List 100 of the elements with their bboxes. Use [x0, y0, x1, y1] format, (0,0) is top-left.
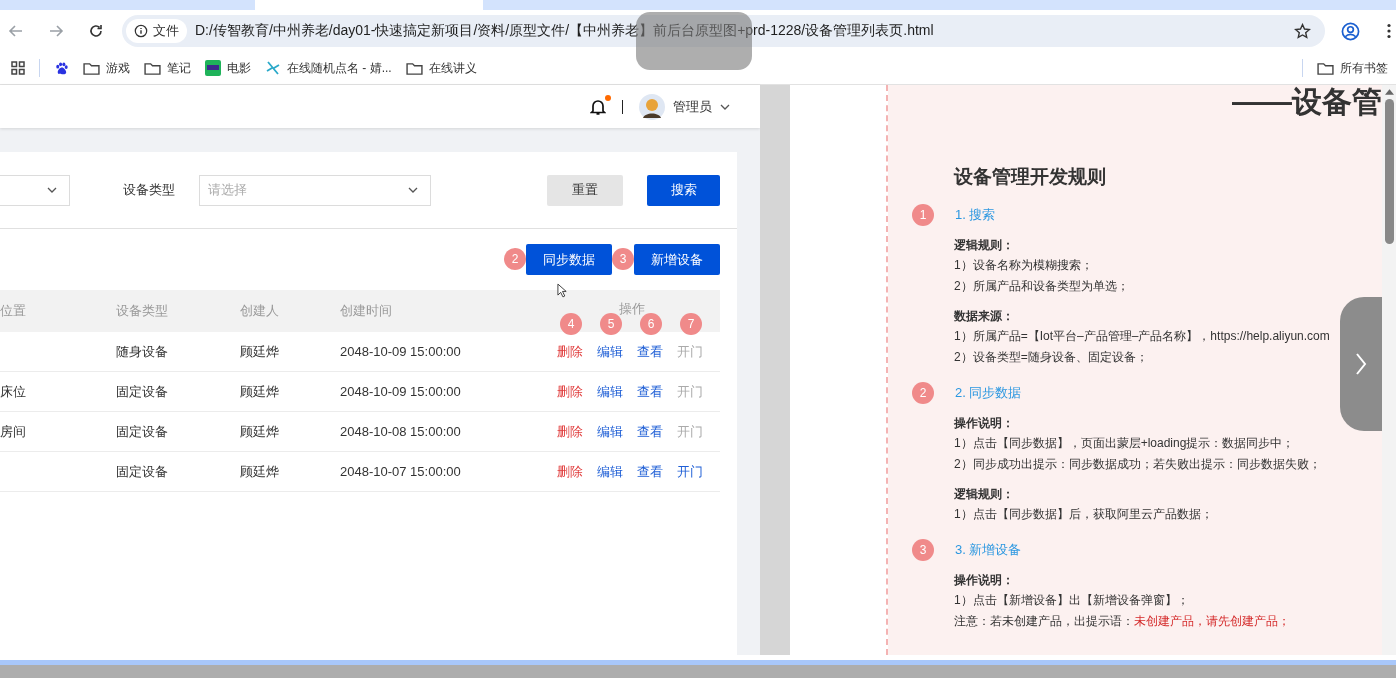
star-icon[interactable]: [1294, 22, 1311, 40]
table-cell: 2048-10-08 15:00:00: [340, 424, 461, 439]
scroll-thumb[interactable]: [1384, 99, 1394, 244]
bookmark[interactable]: 在线随机点名 - 婧...: [265, 59, 392, 77]
marker-badge: 3: [912, 539, 934, 561]
scroll-up-icon[interactable]: [1384, 89, 1394, 95]
action-link[interactable]: 删除: [557, 342, 583, 361]
block-heading: 操作说明：: [954, 572, 1015, 589]
table-cell: 顾廷烨: [240, 343, 279, 359]
table-cell: 顾廷烨: [240, 423, 279, 439]
marker-badge: 7: [680, 313, 702, 335]
bell-icon[interactable]: [590, 97, 606, 116]
address-bar[interactable]: 文件 D:/传智教育/中州养老/day01-快速搞定新项目/资料/原型文件/【中州养老】前后台原型图+prd-1228/设备管理列表页.html: [122, 15, 1325, 47]
chevron-down-icon[interactable]: [720, 103, 730, 110]
avatar[interactable]: [639, 93, 665, 120]
menu-icon[interactable]: [1387, 23, 1391, 39]
action-link[interactable]: 查看: [637, 342, 663, 361]
bookmark[interactable]: 笔记: [144, 59, 191, 77]
column-header: 设备类型: [116, 302, 169, 320]
table-cell: 顾廷烨: [240, 463, 279, 479]
table-cell: 固定设备: [116, 423, 168, 439]
action-link[interactable]: 编辑: [597, 382, 623, 401]
search-button[interactable]: 搜索: [647, 174, 720, 206]
cursor-icon: [557, 283, 568, 298]
column-header: 创建时间: [340, 302, 393, 320]
forward-icon[interactable]: [48, 23, 64, 39]
apps-icon[interactable]: [11, 61, 25, 75]
action-link[interactable]: 查看: [637, 382, 663, 401]
table-cell: 床位: [0, 383, 26, 399]
folder-icon: [83, 61, 100, 75]
chevron-down-icon: [408, 187, 418, 193]
folder-icon: [1317, 61, 1334, 75]
marker-badge: 2: [912, 382, 934, 404]
back-icon[interactable]: [8, 23, 24, 39]
table-cell: 固定设备: [116, 383, 168, 399]
action-link[interactable]: 编辑: [597, 462, 623, 481]
profile-icon[interactable]: [1341, 21, 1360, 41]
block-heading: 数据来源：: [954, 308, 1015, 325]
rule-text: 1）点击【新增设备】出【新增设备弹窗】；: [954, 592, 1189, 609]
document-heading: 设备管理开发规则: [954, 165, 1107, 189]
rule-text: 1）所属产品=【Iot平台–产品管理–产品名称】，https://help.aliyun.com: [954, 328, 1330, 345]
marker-badge: 5: [600, 313, 622, 335]
action-button[interactable]: 同步数据: [526, 244, 612, 275]
action-link[interactable]: 编辑: [597, 422, 623, 441]
action-link[interactable]: 编辑: [597, 342, 623, 361]
table-cell: 顾廷烨: [240, 383, 279, 399]
marker-badge: 1: [912, 204, 934, 226]
next-page-button[interactable]: [1340, 297, 1382, 431]
rule-text: 2）所属产品和设备类型为单选；: [954, 278, 1129, 295]
rule-text: 2）设备类型=随身设备、固定设备；: [954, 349, 1148, 366]
rule-text: 2）同步成功出提示：同步数据成功；若失败出提示：同步数据失败；: [954, 456, 1321, 473]
user-menu[interactable]: 管理员: [673, 97, 712, 116]
table-cell: 2048-10-09 15:00:00: [340, 344, 461, 359]
rule-text: 1）点击【同步数据】，页面出蒙层+loading提示：数据同步中；: [954, 435, 1295, 452]
table-cell: 房间: [0, 423, 26, 439]
marker-badge: 4: [560, 313, 582, 335]
rule-text: 注意：若未创建产品，出提示语：未创建产品，请先创建产品；: [954, 613, 1290, 630]
section-title: 1. 搜索: [955, 206, 996, 224]
table-cell: 2048-10-07 15:00:00: [340, 464, 461, 479]
bookmark[interactable]: 游戏: [83, 59, 130, 77]
action-link[interactable]: 删除: [557, 382, 583, 401]
table-cell: 固定设备: [116, 463, 168, 479]
block-heading: 逻辑规则：: [954, 237, 1015, 254]
select-field[interactable]: [0, 174, 70, 206]
video-site-icon: [205, 60, 221, 76]
filter-label: 设备类型: [123, 181, 175, 199]
info-icon: [134, 24, 148, 38]
all-bookmarks[interactable]: 所有书签: [1317, 59, 1388, 77]
rule-text: 1）点击【同步数据】后，获取阿里云产品数据；: [954, 506, 1213, 523]
action-button[interactable]: 新增设备: [634, 244, 720, 275]
url-text: D:/传智教育/中州养老/day01-快速搞定新项目/资料/原型文件/【中州养老】前后台原型图+prd-1228/设备管理列表页.html: [195, 22, 934, 40]
scrollbar[interactable]: [1382, 85, 1396, 655]
block-heading: 逻辑规则：: [954, 486, 1015, 503]
reset-button[interactable]: 重置: [547, 174, 623, 206]
action-link[interactable]: 删除: [557, 422, 583, 441]
chevron-down-icon: [47, 187, 57, 193]
action-link[interactable]: 查看: [637, 422, 663, 441]
action-link[interactable]: 开门: [677, 462, 703, 481]
section-title: 3. 新增设备: [955, 541, 1022, 559]
table-cell: 2048-10-09 15:00:00: [340, 384, 461, 399]
dragonfly-icon: [265, 60, 281, 76]
paw-icon[interactable]: [54, 60, 69, 76]
marker-badge: 6: [640, 313, 662, 335]
rule-text: 1）设备名称为模糊搜索；: [954, 257, 1093, 274]
block-heading: 操作说明：: [954, 415, 1015, 432]
marker-badge: 3: [612, 248, 634, 270]
folder-icon: [405, 61, 423, 75]
site-info-chip[interactable]: 文件: [126, 19, 187, 43]
column-header: 创建人: [240, 302, 280, 320]
bookmark[interactable]: 在线讲义: [405, 59, 477, 77]
bookmark[interactable]: 电影: [205, 59, 251, 77]
marker-badge: 2: [504, 248, 526, 270]
page-title: ——设备管: [1231, 85, 1382, 119]
action-link[interactable]: 删除: [557, 462, 583, 481]
action-link[interactable]: 查看: [637, 462, 663, 481]
folder-icon: [144, 61, 161, 75]
table-cell: 随身设备: [116, 343, 168, 359]
chevron-right-icon: [1355, 352, 1367, 376]
reload-icon[interactable]: [88, 23, 104, 39]
section-title: 2. 同步数据: [955, 384, 1022, 402]
